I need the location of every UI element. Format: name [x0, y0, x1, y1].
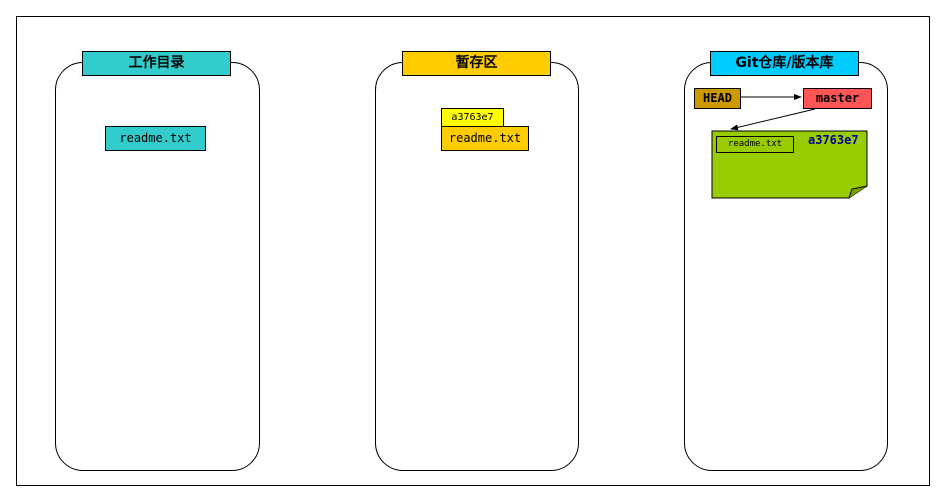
working-directory-file: readme.txt	[105, 126, 206, 151]
staging-hash-tag: a3763e7	[441, 108, 504, 127]
repository-panel	[684, 62, 888, 471]
head-pointer: HEAD	[694, 88, 741, 109]
commit-hash: a3763e7	[808, 133, 859, 147]
working-directory-panel	[55, 62, 260, 471]
working-directory-title: 工作目录	[82, 51, 231, 76]
repository-title: Git仓库/版本库	[710, 51, 859, 76]
commit-file: readme.txt	[716, 136, 794, 153]
staging-file: readme.txt	[441, 126, 529, 151]
master-branch: master	[803, 88, 872, 109]
staging-area-title: 暂存区	[402, 51, 551, 76]
